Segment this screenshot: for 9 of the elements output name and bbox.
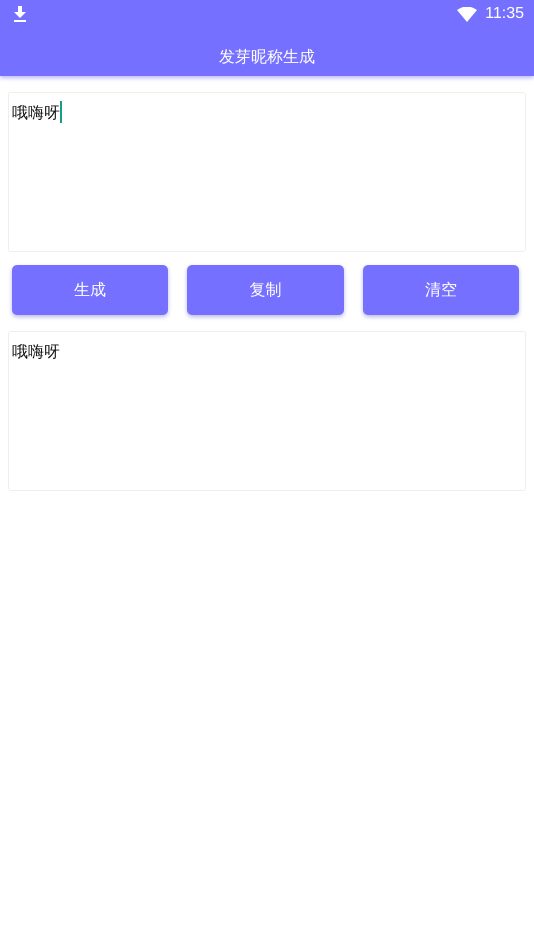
app-title: 发芽昵称生成 — [218, 47, 316, 68]
download-icon — [13, 6, 27, 22]
output-text: 哦嗨呀 — [8, 331, 526, 491]
wifi-icon — [457, 6, 478, 22]
action-button[interactable]: 生成 — [12, 265, 168, 315]
action-button[interactable]: 复制 — [187, 265, 344, 315]
input-field[interactable]: 哦嗨呀 — [8, 92, 526, 252]
clock-time: 11:35 — [485, 5, 524, 23]
action-button[interactable]: 清空 — [362, 265, 519, 315]
